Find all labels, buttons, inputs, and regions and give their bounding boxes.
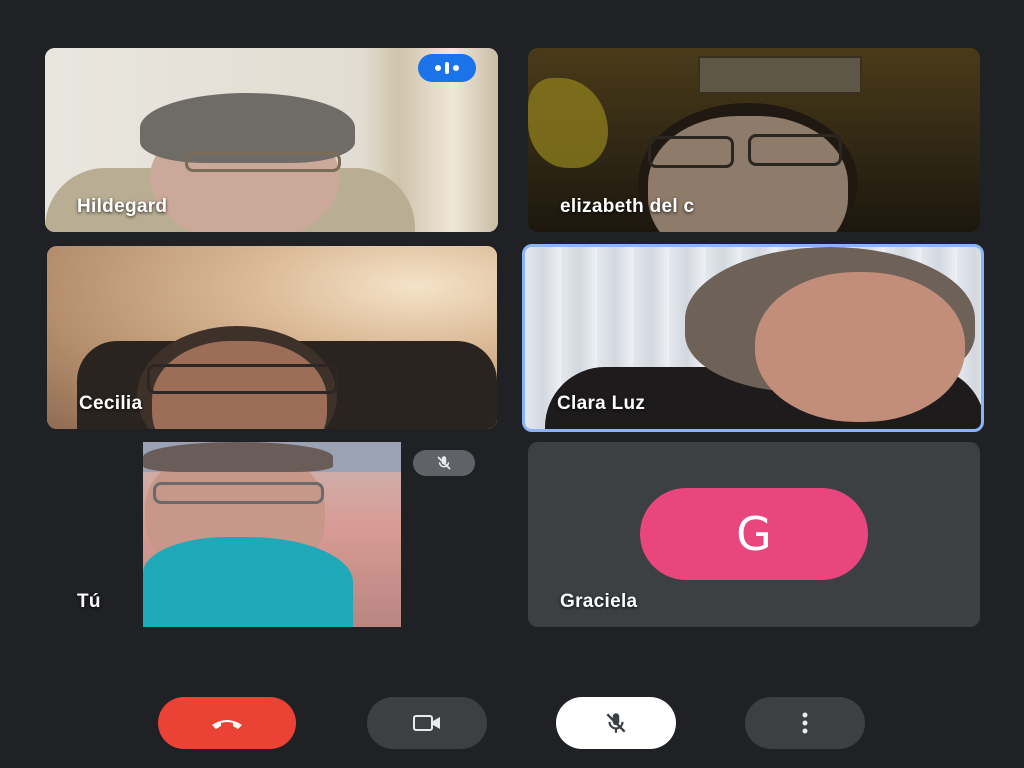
- participant-tile-graciela[interactable]: G Graciela: [528, 442, 980, 627]
- avatar: G: [640, 488, 868, 580]
- more-options-button[interactable]: [745, 697, 865, 749]
- participant-tile-clara-luz[interactable]: Clara Luz: [522, 244, 984, 432]
- camera-toggle-button[interactable]: [367, 697, 487, 749]
- participant-name: Tú: [77, 591, 101, 612]
- participant-tile-self[interactable]: Tú: [45, 442, 498, 627]
- mic-muted-icon: [413, 450, 475, 476]
- participant-tile-hildegard[interactable]: Hildegard: [45, 48, 498, 232]
- participant-name: Hildegard: [77, 196, 168, 217]
- end-call-icon: [212, 720, 242, 729]
- microphone-toggle-button[interactable]: [556, 697, 676, 749]
- mic-off-icon: [606, 713, 626, 733]
- participant-tile-cecilia[interactable]: Cecilia: [47, 246, 497, 429]
- speaking-indicator-icon: [418, 54, 476, 82]
- end-call-button[interactable]: [158, 697, 296, 749]
- more-options-icon: [802, 712, 808, 734]
- participant-name: Graciela: [560, 591, 638, 612]
- participant-name: elizabeth del c: [560, 196, 695, 217]
- camera-icon: [413, 715, 440, 731]
- participant-name: Cecilia: [79, 393, 143, 414]
- avatar-initial: G: [736, 507, 772, 561]
- participant-tile-elizabeth[interactable]: elizabeth del c: [528, 48, 980, 232]
- participant-name: Clara Luz: [557, 393, 646, 414]
